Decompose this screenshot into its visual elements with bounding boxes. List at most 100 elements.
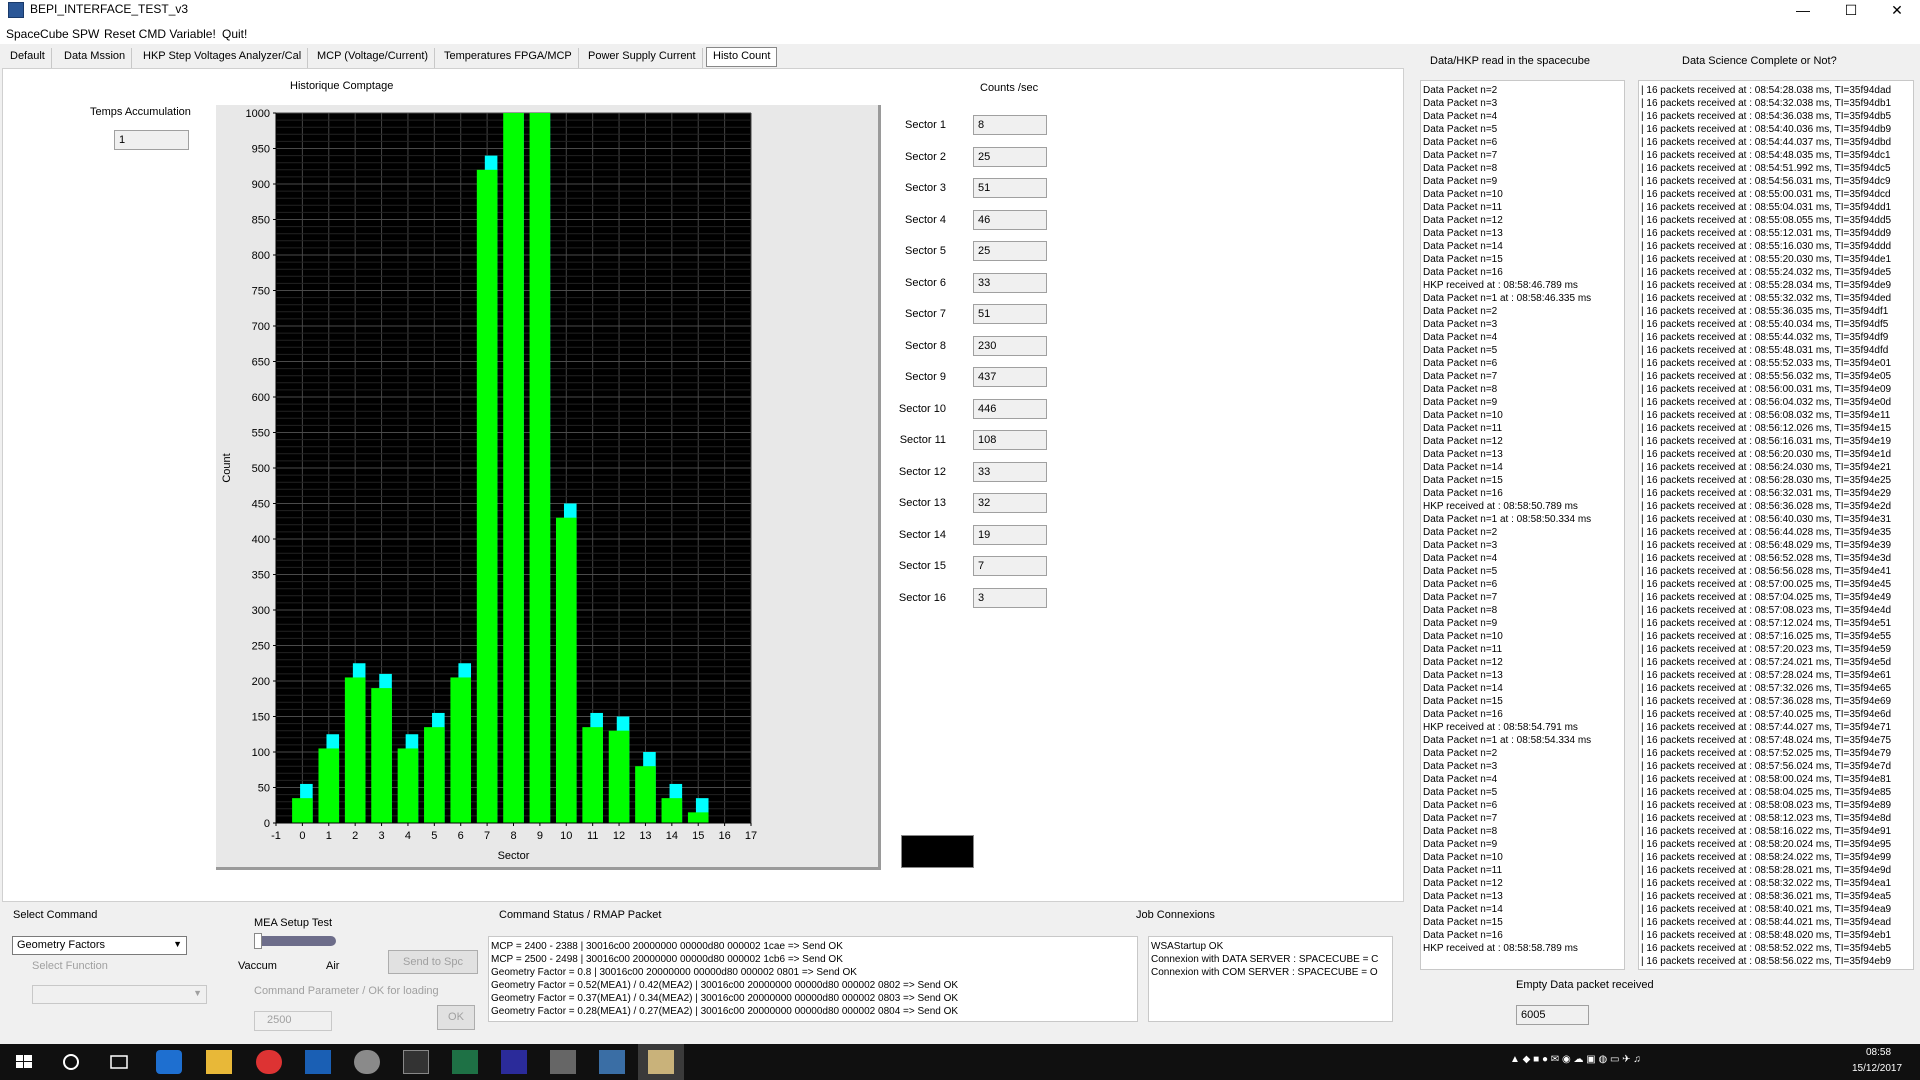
log-line: Data Packet n=6 [1423, 358, 1498, 369]
log-line: Data Packet n=13 [1423, 228, 1503, 239]
tab-power-supply-current[interactable]: Power Supply Current [582, 48, 703, 68]
sector-count-field[interactable]: 3 [973, 588, 1047, 608]
y-tick-label: 300 [252, 605, 270, 617]
app-plus-icon[interactable] [501, 1050, 527, 1074]
log-line: Data Packet n=16 [1423, 488, 1503, 499]
sector-label: Sector 3 [905, 182, 946, 194]
sector-count-field[interactable]: 25 [973, 241, 1047, 261]
log-line: Data Packet n=2 [1423, 85, 1498, 96]
system-tray[interactable]: ▲ ◆ ■ ● ✉ ◉ ☁ ▣ ◍ ▭ ✈ ♫ [1510, 1054, 1850, 1070]
hkp-log[interactable]: Data Packet n=2 Data Packet n=3 Data Packe… [1420, 80, 1625, 970]
tab-temperatures[interactable]: Temperatures FPGA/MCP [438, 48, 579, 68]
task-view-icon[interactable] [106, 1050, 132, 1074]
tray-icons: ▲ ◆ ■ ● ✉ ◉ ☁ ▣ ◍ ▭ ✈ ♫ [1510, 1054, 1641, 1065]
mea-slider-track[interactable] [254, 936, 336, 946]
send-to-spc-button[interactable]: Send to Spc [388, 950, 478, 974]
clock-time[interactable]: 08:58 [1866, 1047, 1891, 1058]
sector-count-field[interactable]: 108 [973, 430, 1047, 450]
log-line: | 16 packets received at : 08:58:36.021 … [1641, 891, 1892, 902]
science-log[interactable]: | 16 packets received at : 08:54:28.038 … [1638, 80, 1914, 970]
sector-label: Sector 7 [905, 308, 946, 320]
sector-count-field[interactable]: 51 [973, 178, 1047, 198]
network-app-icon[interactable] [599, 1050, 625, 1074]
x-tick-label: 5 [431, 830, 437, 842]
log-line: | 16 packets received at : 08:56:32.031 … [1641, 488, 1892, 499]
menu-spacecube-spw[interactable]: SpaceCube SPW [6, 27, 99, 41]
ok-button[interactable]: OK [437, 1005, 475, 1030]
close-button[interactable]: ✕ [1874, 0, 1920, 22]
log-line: Geometry Factor = 0.37(MEA1) / 0.34(MEA2… [491, 993, 959, 1004]
log-line: | 16 packets received at : 08:58:56.022 … [1641, 956, 1892, 967]
tab-hkp-step-voltages[interactable]: HKP Step Voltages Analyzer/Cal [137, 48, 309, 68]
bar-green [397, 748, 419, 823]
log-line: | 16 packets received at : 08:56:48.029 … [1641, 540, 1892, 551]
sector-count-field[interactable]: 7 [973, 556, 1047, 576]
windows-start-icon[interactable] [11, 1050, 37, 1074]
log-line: Data Packet n=12 [1423, 215, 1503, 226]
status-indicator-box [901, 835, 974, 868]
x-tick-label: 6 [458, 830, 464, 842]
menu-quit[interactable]: Quit! [222, 27, 247, 41]
tab-strip: Default Data Mssion HKP Step Voltages An… [0, 46, 1405, 68]
mea-slider-thumb[interactable] [254, 933, 262, 949]
log-line: HKP received at : 08:58:54.791 ms [1423, 722, 1578, 733]
log-line: | 16 packets received at : 08:56:40.030 … [1641, 514, 1892, 525]
menu-reset-cmd-variable[interactable]: Reset CMD Variable! [104, 27, 216, 41]
x-axis-label: Sector [498, 850, 530, 862]
sector-count-field[interactable]: 230 [973, 336, 1047, 356]
app-icon[interactable] [354, 1050, 380, 1074]
edge-icon[interactable] [156, 1050, 182, 1074]
sector-count-field[interactable]: 8 [973, 115, 1047, 135]
select-function-dropdown[interactable]: ▼ [32, 985, 207, 1004]
log-line: Data Packet n=13 [1423, 449, 1503, 460]
sector-count-field[interactable]: 32 [973, 493, 1047, 513]
maximize-button[interactable]: ☐ [1828, 0, 1874, 22]
sector-count-field[interactable]: 437 [973, 367, 1047, 387]
x-tick-label: 16 [718, 830, 730, 842]
sector-count-field[interactable]: 51 [973, 304, 1047, 324]
sector-count-field[interactable]: 33 [973, 462, 1047, 482]
log-line: Data Packet n=15 [1423, 917, 1503, 928]
active-app-button[interactable] [638, 1044, 684, 1080]
sector-count-field[interactable]: 46 [973, 210, 1047, 230]
command-parameter-stepper[interactable]: 2500 [254, 1011, 332, 1031]
tab-mcp-voltage-current[interactable]: MCP (Voltage/Current) [311, 48, 436, 68]
calculator-icon[interactable] [550, 1050, 576, 1074]
excel-icon[interactable] [452, 1050, 478, 1074]
sector-count-field[interactable]: 25 [973, 147, 1047, 167]
minimize-button[interactable]: — [1780, 0, 1826, 22]
log-line: Data Packet n=12 [1423, 436, 1503, 447]
clock-date[interactable]: 15/12/2017 [1852, 1063, 1902, 1074]
sector-count-field[interactable]: 19 [973, 525, 1047, 545]
sector-label: Sector 6 [905, 277, 946, 289]
select-command-dropdown[interactable]: Geometry Factors ▼ [12, 936, 187, 955]
log-line: Data Packet n=11 [1423, 644, 1503, 655]
job-connexions-log[interactable]: WSAStartup OK Connexion with DATA SERVER … [1148, 936, 1393, 1022]
bar-green [292, 798, 313, 823]
bar-green [344, 677, 366, 823]
sector-count-field[interactable]: 446 [973, 399, 1047, 419]
empty-packet-label: Empty Data packet received [1516, 979, 1654, 991]
log-line: | 16 packets received at : 08:54:40.036 … [1641, 124, 1892, 135]
outlook-icon[interactable] [305, 1050, 331, 1074]
log-line: Data Packet n=10 [1423, 410, 1503, 421]
search-circle-icon[interactable] [58, 1050, 84, 1074]
x-tick-label: 1 [326, 830, 332, 842]
science-log-header: Data Science Complete or Not? [1682, 55, 1837, 67]
tab-histo-count[interactable]: Histo Count [706, 47, 778, 67]
command-status-log[interactable]: MCP = 2400 - 2388 | 30016c00 20000000 00… [488, 936, 1138, 1022]
sector-count-field[interactable]: 33 [973, 273, 1047, 293]
file-explorer-icon[interactable] [206, 1050, 232, 1074]
terminal-icon[interactable] [403, 1050, 429, 1074]
log-line: Data Packet n=7 [1423, 592, 1498, 603]
temps-accumulation-input[interactable]: 1 [114, 130, 189, 150]
log-line: | 16 packets received at : 08:58:04.025 … [1641, 787, 1892, 798]
taskbar: ▲ ◆ ■ ● ✉ ◉ ☁ ▣ ◍ ▭ ✈ ♫ 08:58 15/12/2017 [0, 1044, 1920, 1080]
tab-default[interactable]: Default [4, 48, 52, 68]
tab-data-mission[interactable]: Data Mssion [58, 48, 133, 68]
y-tick-label: 150 [252, 712, 270, 724]
log-line: Data Packet n=2 [1423, 748, 1498, 759]
empty-packet-count: 6005 [1516, 1005, 1589, 1025]
chrome-icon[interactable] [256, 1050, 282, 1074]
x-tick-label: 3 [378, 830, 384, 842]
